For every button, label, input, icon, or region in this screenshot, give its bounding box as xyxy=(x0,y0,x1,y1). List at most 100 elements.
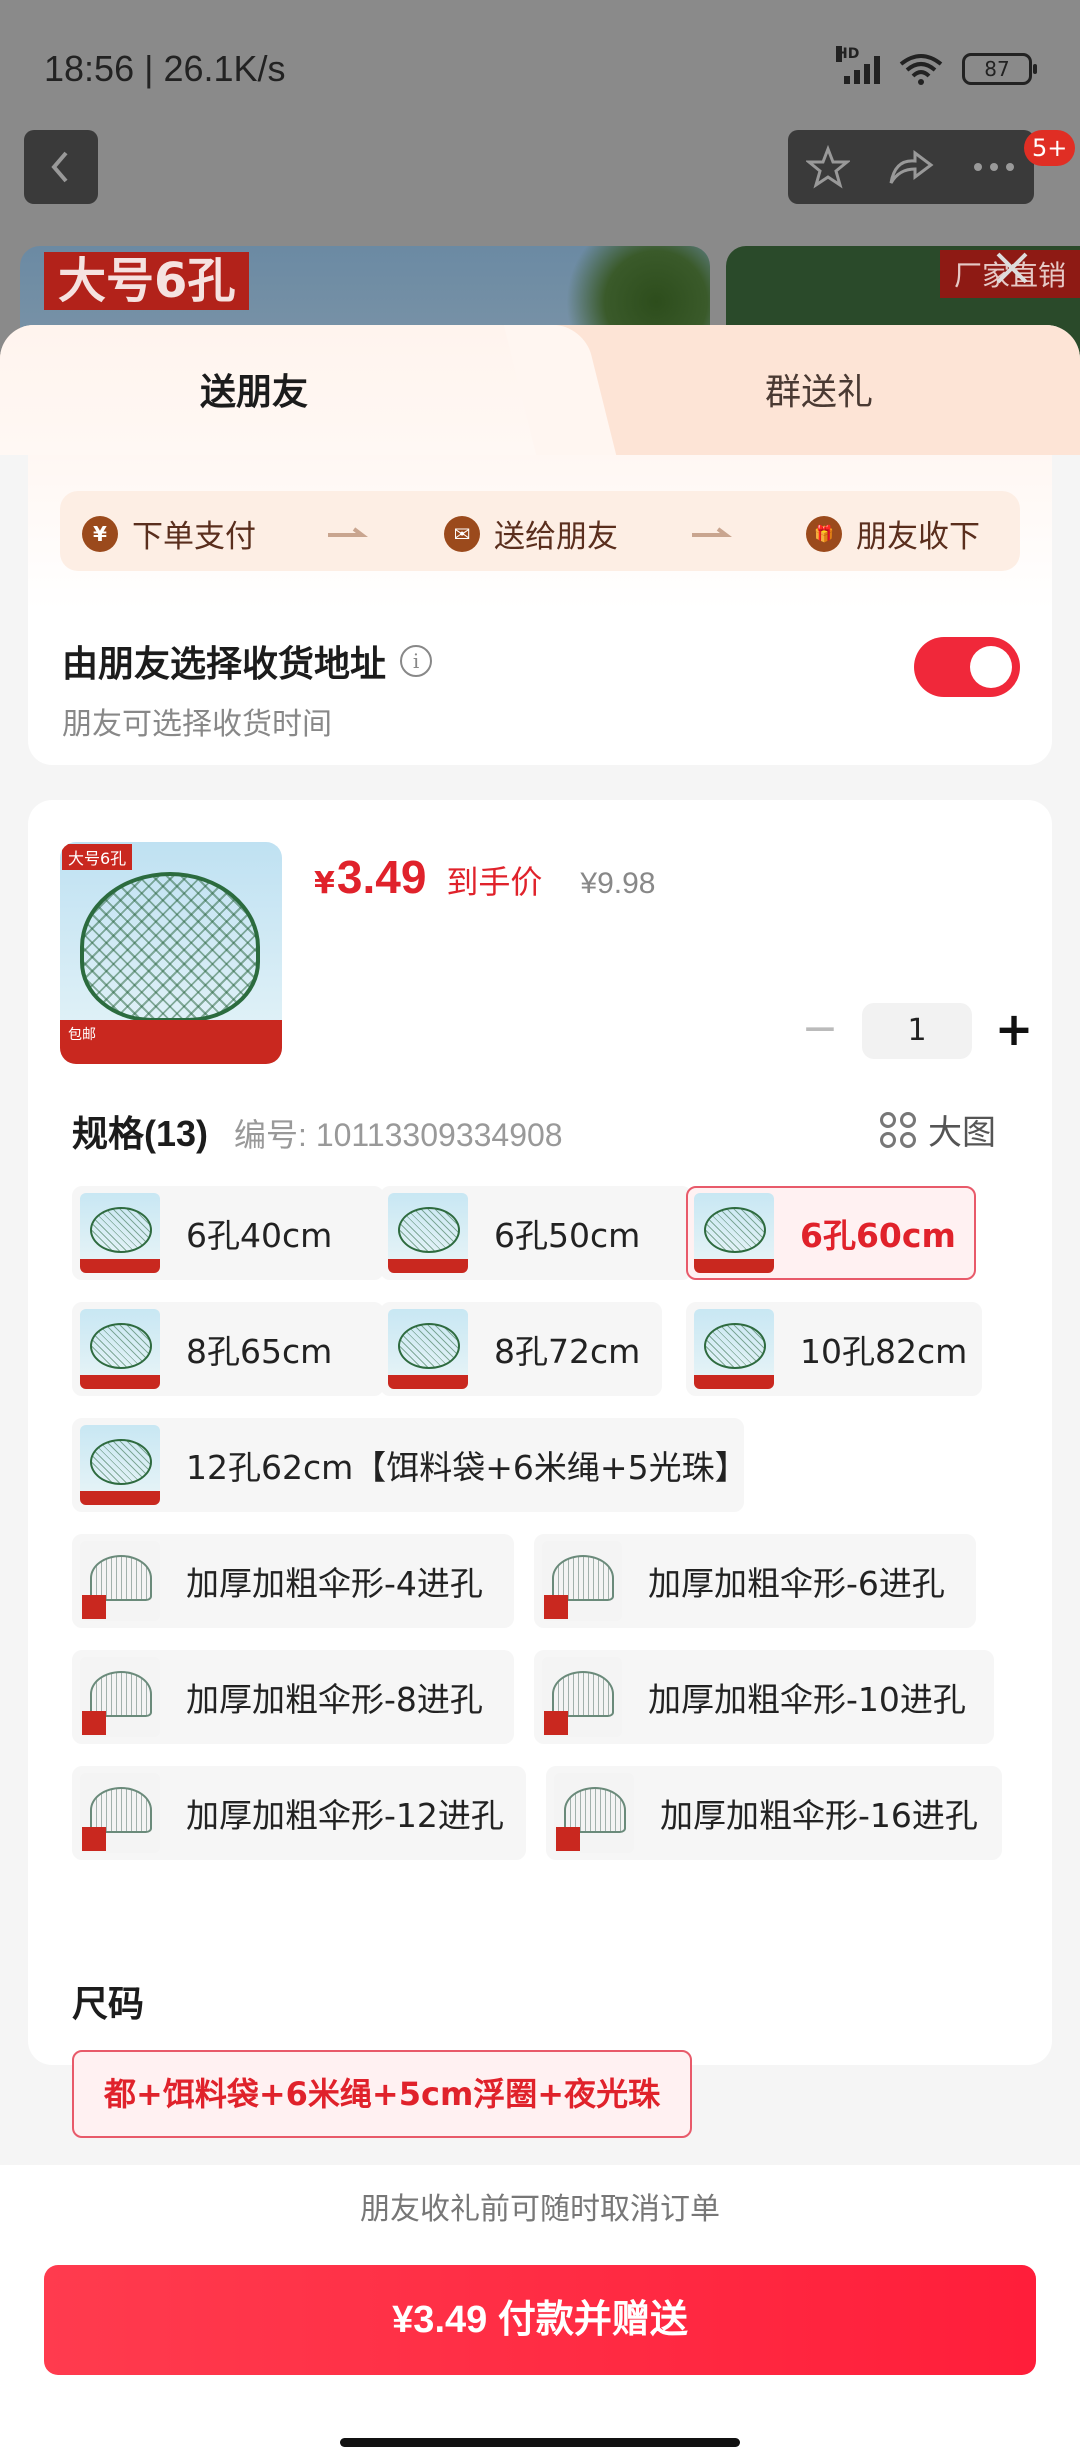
increase-button[interactable]: + xyxy=(992,1006,1036,1053)
step-label: 下单支付 xyxy=(132,519,256,555)
option-label: 6孔50cm xyxy=(494,1216,641,1255)
tab-bar: 送朋友 群送礼 xyxy=(0,325,1080,455)
option-label: 加厚加粗伞形-4进孔 xyxy=(186,1564,483,1603)
top-actions xyxy=(788,130,1034,204)
more-icon[interactable] xyxy=(972,161,1016,173)
option-thumbnail xyxy=(694,1193,774,1273)
gift-sheet: 送朋友 群送礼 ¥ 下单支付 ✉ 送给朋友 🎁 朋友收下 由朋友选择收货地址 i… xyxy=(0,325,1080,2460)
original-price: ¥9.98 xyxy=(580,867,656,900)
option-label: 6孔60cm xyxy=(800,1216,956,1255)
option-thumbnail xyxy=(80,1773,160,1853)
wifi-icon xyxy=(899,54,943,85)
address-title: 由朋友选择收货地址 i xyxy=(62,635,433,687)
cancel-note: 朋友收礼前可随时取消订单 xyxy=(0,2165,1080,2265)
product-code: 编号: 10113309334908 xyxy=(234,1117,563,1153)
spec-option[interactable]: 8孔65cm xyxy=(72,1302,384,1396)
spec-option[interactable]: 6孔40cm xyxy=(72,1186,384,1280)
spec-option[interactable]: 加厚加粗伞形-6进孔 xyxy=(534,1534,976,1628)
spec-title: 规格(13) xyxy=(72,1113,209,1154)
option-label: 加厚加粗伞形-16进孔 xyxy=(660,1796,978,1835)
status-icons: HD 87 xyxy=(836,46,1037,86)
background-page: 18:56 | 26.1K/s HD 87 5+ 大号6孔 厂家直销 xyxy=(0,0,1080,360)
option-label: 加厚加粗伞形-12进孔 xyxy=(186,1796,504,1835)
option-thumbnail xyxy=(554,1773,634,1853)
option-thumbnail xyxy=(80,1541,160,1621)
step-send: ✉ 送给朋友 xyxy=(444,511,618,556)
status-bar: 18:56 | 26.1K/s HD 87 xyxy=(0,40,1080,100)
close-icon[interactable] xyxy=(990,246,1034,290)
spec-option[interactable]: 6孔50cm xyxy=(380,1186,692,1280)
share-icon[interactable] xyxy=(887,147,935,187)
currency-symbol: ¥ xyxy=(314,866,335,901)
spec-option[interactable]: 12孔62cm【饵料袋+6米绳+5光珠】 xyxy=(72,1418,748,1512)
quantity-stepper: − 1 + xyxy=(798,1003,1036,1059)
step-pay: ¥ 下单支付 xyxy=(82,511,256,556)
product-image-footer: 包邮 xyxy=(60,1020,282,1064)
spec-option[interactable]: 加厚加粗伞形-8进孔 xyxy=(72,1650,514,1744)
back-button[interactable] xyxy=(24,130,98,204)
chat-icon: ✉ xyxy=(444,515,480,552)
big-image-button[interactable]: 大图 xyxy=(880,1105,996,1154)
option-label: 加厚加粗伞形-6进孔 xyxy=(648,1564,945,1603)
spec-option[interactable]: 加厚加粗伞形-12进孔 xyxy=(72,1766,526,1860)
spec-option[interactable]: 加厚加粗伞形-10进孔 xyxy=(534,1650,994,1744)
price-value: 3.49 xyxy=(336,851,427,903)
product-image[interactable]: 大号6孔 包邮 xyxy=(60,842,282,1064)
spec-option[interactable]: 加厚加粗伞形-16进孔 xyxy=(546,1766,1002,1860)
spec-option[interactable]: 加厚加粗伞形-4进孔 xyxy=(72,1534,514,1628)
option-thumbnail xyxy=(694,1309,774,1389)
pay-and-gift-button[interactable]: ¥3.49 付款并赠送 xyxy=(44,2265,1036,2375)
option-label: 12孔62cm【饵料袋+6米绳+5光珠】 xyxy=(186,1448,748,1487)
size-option-selected[interactable]: 都+饵料袋+6米绳+5cm浮圈+夜光珠 xyxy=(72,2050,693,2138)
price-row: ¥ 3.49 到手价 ¥9.98 xyxy=(314,850,656,904)
quantity-value[interactable]: 1 xyxy=(862,1003,972,1059)
option-label: 加厚加粗伞形-10进孔 xyxy=(648,1680,966,1719)
option-thumbnail xyxy=(80,1309,160,1389)
option-label: 6孔40cm xyxy=(186,1216,333,1255)
tab-send-friend[interactable]: 送朋友 xyxy=(200,363,308,415)
arrow-right-icon xyxy=(692,527,732,537)
option-thumbnail xyxy=(388,1309,468,1389)
friend-address-toggle[interactable] xyxy=(914,637,1020,697)
spec-option[interactable]: 10孔82cm xyxy=(686,1302,982,1396)
spec-option[interactable]: 8孔72cm xyxy=(380,1302,662,1396)
star-icon[interactable] xyxy=(806,145,851,189)
address-title-text: 由朋友选择收货地址 xyxy=(62,643,387,684)
step-label: 朋友收下 xyxy=(856,519,980,555)
option-label: 8孔65cm xyxy=(186,1332,333,1371)
address-subtitle: 朋友可选择收货时间 xyxy=(62,707,332,742)
grid-icon xyxy=(880,1111,916,1148)
gift-flow-card: ¥ 下单支付 ✉ 送给朋友 🎁 朋友收下 由朋友选择收货地址 i 朋友可选择收货… xyxy=(28,455,1052,765)
home-indicator[interactable] xyxy=(340,2438,740,2447)
hero-tag: 大号6孔 xyxy=(44,252,250,310)
arrow-right-icon xyxy=(328,527,368,537)
size-title: 尺码 xyxy=(72,1984,145,2025)
info-icon[interactable]: i xyxy=(400,645,433,677)
option-thumbnail xyxy=(80,1425,160,1505)
signal-icon: HD xyxy=(836,46,880,84)
option-label: 加厚加粗伞形-8进孔 xyxy=(186,1680,483,1719)
gift-icon: 🎁 xyxy=(806,515,842,552)
tab-group-gift[interactable]: 群送礼 xyxy=(765,363,873,415)
yuan-icon: ¥ xyxy=(82,515,118,552)
option-thumbnail xyxy=(542,1541,622,1621)
option-label: 8孔72cm xyxy=(494,1332,641,1371)
step-receive: 🎁 朋友收下 xyxy=(806,511,980,556)
battery-icon: 87 xyxy=(962,53,1037,85)
decrease-button[interactable]: − xyxy=(798,1007,842,1053)
bottom-bar: ¥3.49 付款并赠送 xyxy=(0,2265,1080,2460)
price-label: 到手价 xyxy=(446,863,543,901)
spec-option-selected[interactable]: 6孔60cm xyxy=(686,1186,976,1280)
option-thumbnail xyxy=(542,1657,622,1737)
network-type-label: HD xyxy=(836,46,860,62)
step-label: 送给朋友 xyxy=(494,519,618,555)
product-card: 大号6孔 包邮 ¥ 3.49 到手价 ¥9.98 − 1 + 规格(13) 编号… xyxy=(28,800,1052,2138)
status-time: 18:56 | 26.1K/s xyxy=(44,48,286,89)
chevron-left-icon xyxy=(51,151,68,183)
option-thumbnail xyxy=(80,1657,160,1737)
product-image-tag: 大号6孔 xyxy=(62,844,133,870)
option-thumbnail xyxy=(80,1193,160,1273)
fishing-net-image xyxy=(80,872,260,1022)
message-badge: 5+ xyxy=(1024,130,1076,166)
option-label: 10孔82cm xyxy=(800,1332,968,1371)
